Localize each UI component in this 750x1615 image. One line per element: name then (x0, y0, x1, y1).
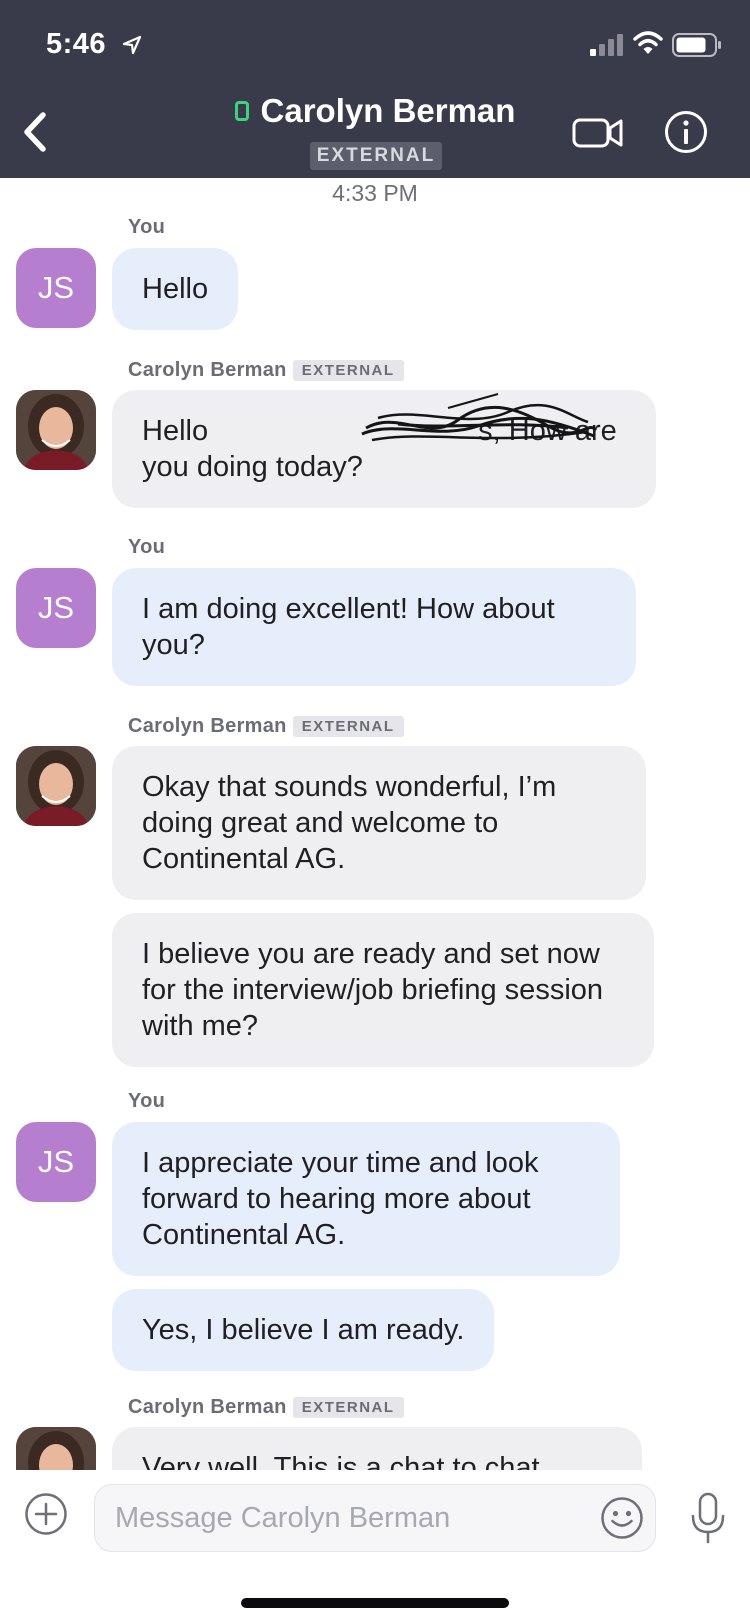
sender-name: Carolyn Berman (128, 1396, 287, 1418)
contact-photo-icon (16, 746, 96, 826)
emoji-icon[interactable] (600, 1496, 644, 1540)
message-input[interactable] (94, 1484, 656, 1552)
sender-label: You (128, 216, 166, 238)
message-text: Hello (142, 415, 217, 447)
add-icon[interactable] (24, 1492, 68, 1536)
avatar[interactable]: JS (16, 248, 96, 328)
external-badge: EXTERNAL (292, 716, 404, 737)
external-badge: EXTERNAL (292, 1397, 404, 1418)
presence-status-indicator (234, 101, 249, 121)
video-call-icon[interactable] (572, 112, 624, 152)
location-arrow-icon (122, 35, 142, 55)
external-badge: EXTERNAL (310, 142, 442, 170)
message-composer (0, 1470, 750, 1615)
contact-photo-icon (16, 390, 96, 470)
info-icon[interactable] (664, 110, 708, 154)
message-bubble[interactable]: I am doing excellent! How about you? (112, 568, 636, 686)
cellular-signal-icon (590, 34, 623, 56)
sender-label: You (128, 1090, 166, 1112)
message-bubble[interactable]: Hello (112, 248, 239, 330)
avatar[interactable] (16, 390, 96, 470)
message-bubble[interactable]: Very well. This is a chat to chat (112, 1427, 642, 1470)
avatar[interactable] (16, 1427, 96, 1470)
sender-name: Carolyn Berman (128, 715, 287, 737)
microphone-icon[interactable] (690, 1492, 726, 1544)
external-badge: EXTERNAL (292, 360, 404, 381)
sender-label: Carolyn Berman EXTERNAL (128, 1396, 404, 1419)
avatar[interactable]: JS (16, 1122, 96, 1202)
status-time: 5:46 (46, 28, 107, 60)
avatar[interactable] (16, 746, 96, 826)
sender-label: You (128, 536, 166, 558)
contact-name: Carolyn Berman (260, 92, 516, 129)
message-bubble[interactable]: Yes, I believe I am ready. (112, 1289, 495, 1371)
message-timestamp: 4:33 PM (332, 180, 418, 206)
chat-header: 5:46 Carolyn Berman EXTERNAL (0, 0, 750, 178)
message-bubble[interactable]: Okay that sounds wonderful, I’m doing gr… (112, 746, 646, 900)
avatar[interactable]: JS (16, 568, 96, 648)
wifi-icon (633, 31, 663, 54)
sender-name: Carolyn Berman (128, 359, 287, 381)
message-bubble[interactable]: Hello s, How are you doing today? (112, 390, 656, 508)
redaction-scribble (361, 393, 598, 442)
battery-icon (672, 33, 721, 57)
home-indicator (241, 1598, 509, 1608)
message-bubble[interactable]: I appreciate your time and look forward … (112, 1122, 620, 1276)
sender-label: Carolyn Berman EXTERNAL (128, 359, 404, 382)
sender-label: Carolyn Berman EXTERNAL (128, 715, 404, 738)
message-list[interactable]: 4:33 PM You JS Hello Carolyn Berman EXTER… (0, 178, 750, 1470)
chat-title[interactable]: Carolyn Berman (0, 92, 750, 134)
contact-photo-icon (16, 1427, 96, 1470)
message-bubble[interactable]: I believe you are ready and set now for … (112, 913, 654, 1067)
